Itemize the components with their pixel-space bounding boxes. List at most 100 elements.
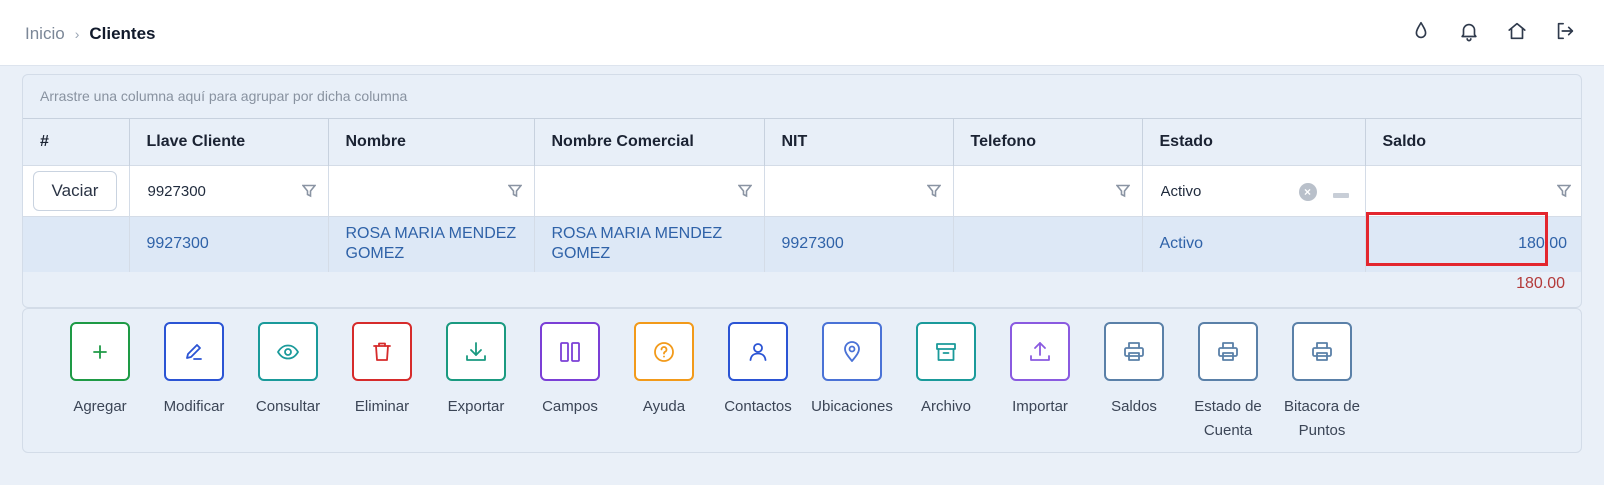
filter-input-telefono[interactable] — [963, 173, 1132, 209]
points-log-button-label: Bitacora de Puntos — [1284, 398, 1360, 439]
plus-icon — [93, 345, 107, 359]
fields-button[interactable] — [540, 322, 600, 381]
column-header-estado[interactable]: Estado — [1142, 118, 1366, 166]
points-log-button[interactable] — [1292, 322, 1352, 381]
archivo-action: Archivo — [899, 322, 993, 419]
dropdown-handle-icon[interactable] — [1332, 193, 1349, 198]
help-icon — [654, 342, 674, 362]
locations-button[interactable] — [822, 322, 882, 381]
import-button[interactable] — [1010, 322, 1070, 381]
account-statement-button-label: Estado de Cuenta — [1194, 398, 1262, 439]
actions-toolbar: Agregar Modificar Consultar Eliminar Exp… — [22, 308, 1582, 453]
campos-action: Campos — [523, 322, 617, 419]
filter-cell-llave-cliente — [129, 165, 329, 217]
archive-button[interactable] — [916, 322, 976, 381]
trash-icon — [373, 342, 391, 361]
filter-input-saldo[interactable] — [1375, 173, 1573, 209]
contactos-action: Contactos — [711, 322, 805, 419]
bell-icon[interactable] — [1458, 20, 1480, 42]
column-header-nombre-comercial[interactable]: Nombre Comercial — [534, 118, 765, 166]
archive-button-label: Archivo — [920, 398, 972, 415]
filter-input-nit[interactable] — [774, 173, 943, 209]
balances-print-button[interactable] — [1104, 322, 1164, 381]
export-button-label: Exportar — [447, 398, 505, 415]
view-button-label: Consultar — [255, 398, 321, 415]
filter-funnel-icon[interactable] — [300, 184, 317, 198]
archive-icon — [936, 343, 956, 361]
columns-icon — [560, 342, 580, 362]
view-button[interactable] — [258, 322, 318, 381]
table-row[interactable]: 9927300 ROSA MARIA MENDEZ GOMEZ ROSA MAR… — [23, 216, 1581, 272]
delete-button-label: Eliminar — [354, 398, 410, 415]
add-button[interactable] — [70, 322, 130, 381]
breadcrumb-home-link[interactable]: Inicio — [25, 24, 65, 44]
filter-funnel-icon[interactable] — [1556, 184, 1572, 198]
filter-funnel-icon[interactable] — [925, 184, 942, 198]
printer-icon — [1218, 342, 1238, 361]
edit-button[interactable] — [164, 322, 224, 381]
exportar-action: Exportar — [429, 322, 523, 419]
home-icon[interactable] — [1506, 20, 1528, 42]
group-panel-hint[interactable]: Arrastre una columna aquí para agrupar p… — [40, 88, 407, 104]
filter-funnel-icon[interactable] — [1114, 184, 1131, 198]
balances-print-button-label: Saldos — [1111, 398, 1157, 415]
filter-cell-nit — [764, 165, 954, 217]
estado-cuenta-action: Estado de Cuenta — [1181, 322, 1275, 443]
column-header-saldo[interactable]: Saldo — [1365, 118, 1581, 166]
filter-input-nombre-comercial[interactable] — [544, 173, 754, 209]
location-icon — [844, 341, 860, 362]
account-statement-button[interactable] — [1198, 322, 1258, 381]
printer-icon — [1124, 342, 1144, 361]
cell-nit: 9927300 — [764, 216, 954, 272]
delete-button[interactable] — [352, 322, 412, 381]
drop-icon[interactable] — [1410, 20, 1432, 42]
eliminar-action: Eliminar — [335, 322, 429, 419]
pencil-icon — [186, 344, 202, 360]
data-grid: Arrastre una columna aquí para agrupar p… — [22, 74, 1582, 308]
column-header-nombre[interactable]: Nombre — [328, 118, 535, 166]
ubicaciones-action: Ubicaciones — [805, 322, 899, 419]
agregar-action: Agregar — [53, 322, 147, 419]
breadcrumb-separator: › — [74, 26, 80, 42]
breadcrumb: Inicio › Clientes — [25, 24, 156, 44]
column-header-telefono[interactable]: Telefono — [953, 118, 1143, 166]
contacts-button[interactable] — [728, 322, 788, 381]
column-header-nit[interactable]: NIT — [764, 118, 954, 166]
download-icon — [466, 342, 486, 361]
filter-funnel-icon[interactable] — [736, 184, 753, 198]
printer-icon — [1312, 342, 1332, 361]
column-header-llave-cliente[interactable]: Llave Cliente — [129, 118, 329, 166]
saldos-action: Saldos — [1087, 322, 1181, 419]
filter-cell-telefono — [953, 165, 1143, 217]
bitacora-puntos-action: Bitacora de Puntos — [1275, 322, 1369, 443]
cell-llave-cliente: 9927300 — [129, 216, 329, 272]
importar-action: Importar — [993, 322, 1087, 419]
clients-table: # Llave Cliente Nombre Nombre Comercial … — [23, 118, 1581, 272]
header-row: # Llave Cliente Nombre Nombre Comercial … — [23, 118, 1581, 166]
filter-cell-saldo — [1365, 165, 1581, 217]
cell-nombre-comercial: ROSA MARIA MENDEZ GOMEZ — [534, 216, 765, 272]
filter-cell-nombre — [328, 165, 535, 217]
cell-number — [23, 216, 130, 272]
add-button-label: Agregar — [73, 398, 127, 415]
contacts-button-label: Contactos — [724, 398, 792, 415]
logout-icon[interactable] — [1554, 20, 1576, 42]
export-button[interactable] — [446, 322, 506, 381]
column-header-number[interactable]: # — [23, 118, 130, 166]
import-button-label: Importar — [1012, 398, 1068, 415]
filter-row: Vaciar 9927300 Activo × — [23, 165, 1581, 217]
filter-select-estado[interactable] — [1152, 173, 1355, 209]
filter-cell-nombre-comercial — [534, 165, 765, 217]
top-bar: Inicio › Clientes — [0, 0, 1604, 66]
top-actions — [1410, 20, 1576, 42]
filter-funnel-icon[interactable] — [506, 184, 523, 198]
clear-value-icon[interactable]: × — [1298, 183, 1317, 201]
help-button[interactable] — [634, 322, 694, 381]
filter-input-nombre[interactable] — [338, 173, 524, 209]
filter-cell-estado: × — [1142, 165, 1366, 217]
filter-input-llave-cliente[interactable] — [139, 173, 318, 209]
clear-filters-button[interactable]: Vaciar — [33, 171, 117, 211]
total-saldo: 180.00 — [1516, 275, 1565, 292]
cell-telefono — [953, 216, 1143, 272]
eye-icon — [277, 344, 299, 360]
